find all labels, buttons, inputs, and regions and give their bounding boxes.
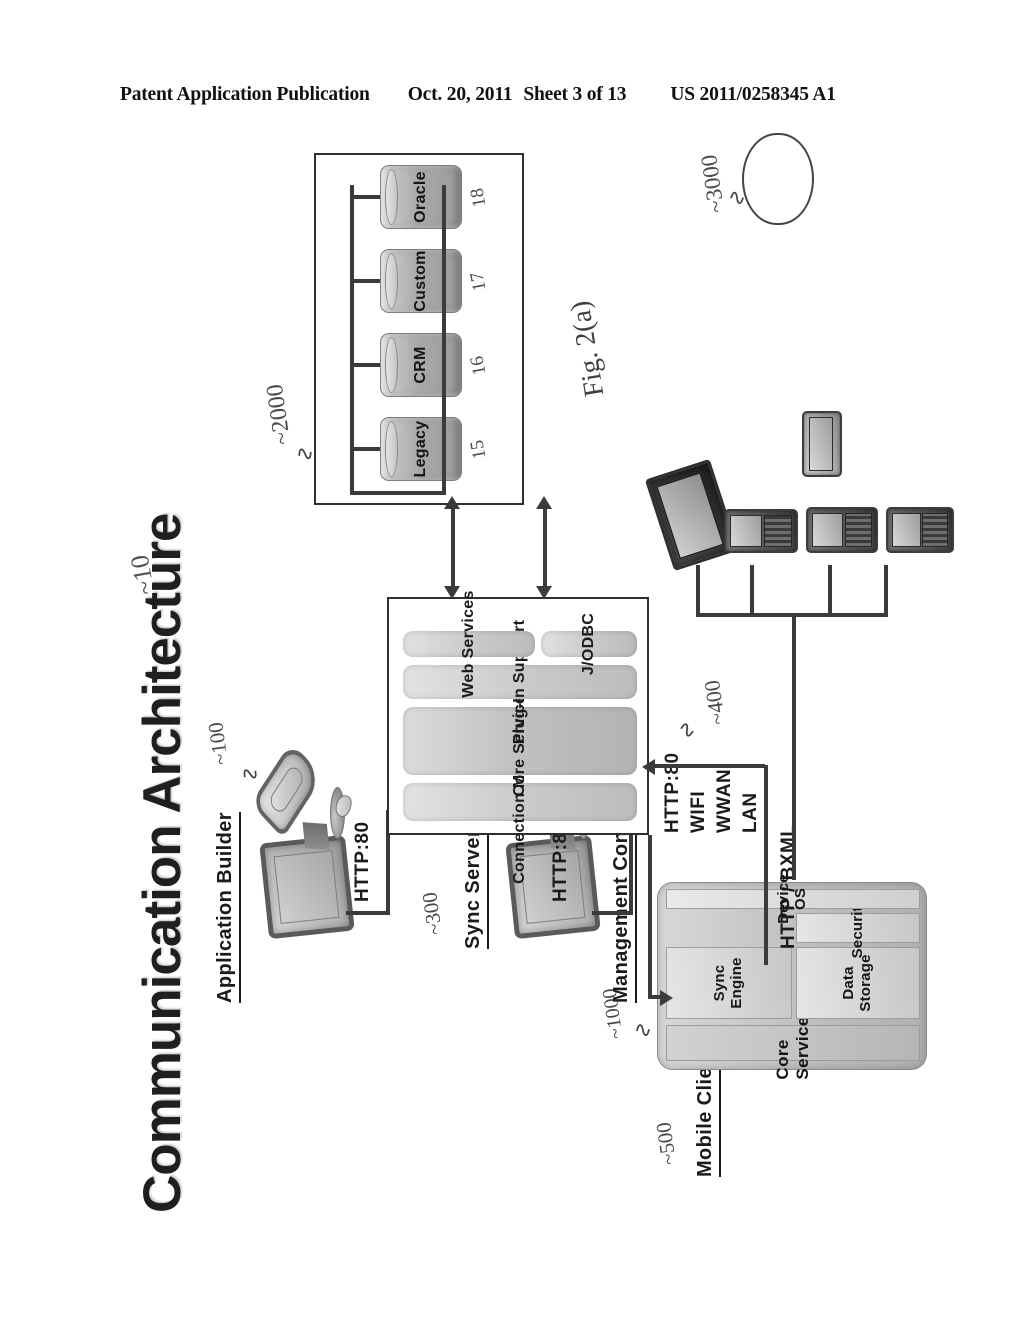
sync-server-ref: ~300	[417, 890, 447, 937]
server-backend-arrow-top-left	[444, 586, 460, 599]
backend-bus-h-bottom	[442, 185, 446, 495]
backend-drop-3	[350, 279, 380, 283]
handset-keypad-icon	[764, 515, 792, 547]
database-custom: Custom	[380, 249, 462, 313]
database-oracle: Oracle	[380, 165, 462, 229]
server-backend-link-bottom	[543, 503, 547, 589]
handset-device-icon-2	[806, 507, 878, 553]
monitor-stand-icon	[302, 822, 330, 850]
client-protocol-wifi: WIFI	[688, 790, 709, 833]
figure-stage: Communication Architecture ~10 Applicati…	[102, 85, 954, 1235]
handset-screen-icon	[809, 417, 833, 471]
database-label: CRM	[412, 346, 429, 384]
client-protocol-wwan: WWAN	[714, 768, 735, 833]
plugin-link-arrow	[642, 759, 655, 775]
sync-module-label: Web Services	[460, 590, 477, 698]
sync-module-plugin-support: Plug-In Support	[403, 620, 637, 744]
database-label: Custom	[412, 250, 429, 312]
sync-server-label: Sync Server	[462, 828, 489, 949]
figure-title: Communication Architecture	[133, 513, 192, 1213]
server-backend-arrow-bottom-left	[536, 586, 552, 599]
backend-systems-leader: ∿	[293, 439, 317, 468]
handset-screen-icon	[812, 513, 844, 547]
console-link-v1	[592, 911, 632, 915]
database-oracle-ref: 18	[466, 186, 491, 209]
devices-group-leader: ∿	[726, 184, 748, 211]
plugin-link-leader: ∿	[674, 714, 701, 745]
mobile-module-label: Sync Engine	[711, 957, 745, 1009]
plugin-link-h	[764, 765, 768, 965]
database-crm: CRM	[380, 333, 462, 397]
handset-keypad-icon	[922, 513, 948, 547]
patent-figure-page: Patent Application Publication Oct. 20, …	[0, 0, 1024, 1320]
builder-link-v1	[346, 911, 388, 915]
mobile-core-services-band: Core Services	[666, 1006, 920, 1080]
sync-server-box: Connection Manager Core Services Plug-In…	[387, 590, 649, 884]
backend-bus-v	[350, 491, 444, 495]
figure-stage-wrapper: Communication Architecture ~10 Applicati…	[0, 0, 1024, 1320]
database-custom-ref: 17	[466, 270, 491, 293]
plugin-link-v	[653, 764, 765, 768]
server-backend-arrow-bottom-right	[536, 496, 552, 509]
database-label: Oracle	[412, 171, 429, 223]
application-builder-leader: ∿	[236, 758, 264, 789]
handset-screen-icon	[730, 515, 763, 547]
handset-screen-icon	[892, 513, 922, 547]
figure-caption: Fig. 2(a)	[564, 298, 611, 399]
mobile-module-label: Data Storage	[840, 954, 874, 1012]
mobile-module-security: Security	[796, 898, 920, 958]
sync-module-web-services: Web Services	[403, 590, 535, 698]
server-backend-link-top	[451, 503, 455, 589]
plugin-protocol-label: HTTP / BXML	[778, 824, 799, 949]
mobile-client-ref: ~500	[651, 1120, 681, 1167]
handset-device-icon-1	[724, 509, 798, 553]
server-backend-arrow-top-right	[444, 496, 460, 509]
backend-drop-4	[350, 195, 380, 199]
client-link-leader: ∿	[633, 1016, 653, 1042]
handset-keypad-icon	[844, 513, 872, 547]
application-builder-label: Application Builder	[214, 812, 241, 1003]
database-legacy-ref: 15	[466, 438, 491, 461]
mobile-module-sync-engine: Sync Engine	[666, 947, 792, 1019]
sync-module-jodbc: J/ODBC	[541, 613, 637, 675]
backend-systems-box: Legacy CRM Custom Oracle 15 16 17 18	[314, 153, 524, 505]
device-drop-4	[884, 565, 888, 617]
devices-bus-v	[696, 613, 886, 617]
handset-device-icon-4	[802, 411, 842, 477]
builder-protocol-label: HTTP:80	[352, 821, 373, 902]
client-server-arrow-down	[660, 990, 673, 1006]
client-protocol-lan: LAN	[740, 792, 761, 833]
device-drop-3	[828, 565, 832, 617]
database-label: Legacy	[412, 420, 429, 478]
sync-module-label: J/ODBC	[580, 612, 597, 676]
client-server-link-h1	[648, 835, 652, 999]
backend-drop-1	[350, 447, 380, 451]
database-crm-ref: 16	[466, 354, 491, 377]
database-legacy: Legacy	[380, 417, 462, 481]
application-builder-ref: ~100	[203, 720, 233, 767]
backend-drop-2	[350, 363, 380, 367]
device-drop-2	[750, 565, 754, 617]
devices-group-ref: ~3000	[696, 153, 729, 215]
device-drop-1	[696, 565, 700, 617]
backend-systems-ref: ~2000	[261, 382, 297, 447]
device-cloud-icon	[742, 133, 814, 225]
devices-bus-h	[792, 614, 796, 880]
plugin-link-ref: ~400	[699, 678, 731, 727]
handset-device-icon-3	[886, 507, 954, 553]
monitor-screen-icon	[259, 834, 355, 940]
